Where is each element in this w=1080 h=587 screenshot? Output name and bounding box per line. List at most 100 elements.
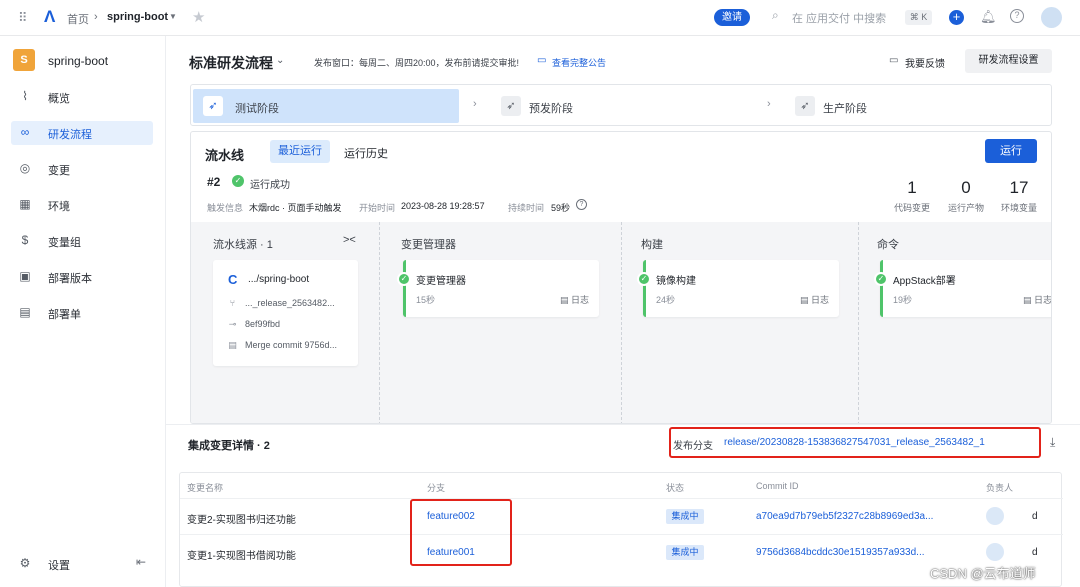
breadcrumb-project[interactable]: spring-boot (107, 11, 168, 23)
announcement-icon: ▭ (537, 55, 547, 66)
tab-recent-runs[interactable]: 最近运行 (270, 140, 330, 163)
run-id: #2 (207, 175, 221, 189)
clock-info-icon: ? (576, 199, 587, 210)
source-commit-row: ⊸ 8ef99fbd (227, 319, 280, 329)
stage-pre[interactable]: ➶ 预发阶段 (491, 89, 757, 123)
collapse-icon[interactable]: >< (343, 234, 356, 246)
project-name: spring-boot (48, 54, 109, 68)
change-name: 变更2-实现图书归还功能 (187, 515, 296, 526)
breadcrumb-separator-icon: › (94, 11, 98, 23)
commit-link[interactable]: a70ea9d7b79eb5f2327c28b8969ed3a... (756, 511, 933, 522)
source-repo: .../spring-boot (248, 274, 310, 285)
owner-avatar (986, 543, 1004, 561)
start-time-value: 2023-08-28 19:28:57 (401, 201, 485, 211)
help-icon[interactable]: ? (1010, 9, 1024, 23)
stat-code-changes-value: 1 (907, 178, 917, 197)
notice-link[interactable]: 查看完整公告 (552, 56, 606, 69)
status-badge: 集成中 (666, 545, 704, 560)
collapse-sidebar-icon[interactable]: ⇤ (136, 555, 146, 569)
column-build: 构建 ✓ 镜像构建 24秒 ▤ 日志 (621, 222, 858, 423)
feedback-icon: ▭ (889, 55, 899, 66)
log-label: 日志 (810, 295, 829, 305)
run-status: 运行成功 (250, 180, 290, 191)
source-branch: ..._release_2563482... (245, 298, 335, 308)
rocket-icon: ➶ (203, 96, 223, 116)
infinity-icon: ∞ (20, 125, 30, 139)
column-header-commit: Commit ID (756, 481, 799, 491)
sidebar-item-settings[interactable]: ⚙ 设置 (11, 552, 153, 576)
job-name: AppStack部署 (893, 276, 956, 287)
change-icon: ◎ (19, 161, 31, 175)
table-row[interactable]: 变更2-实现图书归还功能 feature002 集成中 a70ea9d7b79e… (180, 498, 1063, 534)
sidebar-item-change[interactable]: ◎ 变更 (11, 157, 153, 181)
pipeline-card: 流水线 最近运行 运行历史 运行 #2 ✓ 运行成功 触发信息 木烟rdc · … (190, 131, 1052, 424)
collapse-down-icon[interactable]: ⤓ (1050, 435, 1055, 450)
branch-icon: ⑂ (229, 298, 236, 308)
column-header-branch: 分支 (427, 483, 446, 493)
sidebar-item-environment[interactable]: ▦ 环境 (11, 193, 153, 217)
job-log-link[interactable]: ▤ 日志 (800, 293, 829, 306)
flow-settings-button[interactable]: 研发流程设置 (965, 49, 1052, 73)
user-avatar[interactable] (1041, 7, 1062, 28)
sidebar-item-dev-flow[interactable]: ∞ 研发流程 (11, 121, 153, 145)
repo-icon: C (228, 272, 238, 287)
trigger-label: 触发信息 (207, 203, 244, 213)
duration-label: 持续时间 (508, 203, 545, 213)
column-header-name: 变更名称 (187, 483, 224, 493)
stat-artifacts-value: 0 (961, 178, 971, 197)
apps-grid-icon[interactable]: ⠿ (18, 10, 28, 26)
pipeline-canvas: 流水线源 · 1 >< C .../spring-boot ⑂ ..._relea… (191, 222, 1051, 423)
bell-icon[interactable]: 🔔︎ (980, 9, 997, 25)
project-avatar: S (13, 49, 35, 71)
sidebar-item-label: 变更 (48, 165, 70, 177)
success-check-icon: ✓ (874, 272, 888, 286)
rocket-icon: ➶ (795, 96, 815, 116)
job-card-change-manager[interactable]: ✓ 变更管理器 15秒 ▤ 日志 (397, 260, 599, 317)
stage-bar: ➶ 测试阶段 › ➶ 预发阶段 › ➶ 生产阶段 (190, 84, 1052, 126)
run-button[interactable]: 运行 (985, 139, 1037, 163)
source-card[interactable]: C .../spring-boot ⑂ ..._release_2563482..… (213, 260, 358, 366)
logo-icon[interactable]: Λ (44, 7, 55, 27)
log-icon: ▤ (1022, 295, 1034, 305)
status-badge: 集成中 (666, 509, 704, 524)
source-message: Merge commit 9756d... (245, 340, 338, 350)
details-title: 集成变更详情 · 2 (188, 440, 270, 452)
job-name: 镜像构建 (656, 276, 696, 287)
source-message-row: ▤ Merge commit 9756d... (227, 340, 337, 350)
job-log-link[interactable]: ▤ 日志 (560, 293, 589, 306)
sidebar-item-overview[interactable]: ⌇ 概览 (11, 85, 153, 109)
chevron-down-icon[interactable]: ▼ (169, 12, 177, 21)
job-card-appstack-deploy[interactable]: ✓ AppStack部署 19秒 ▤ 日志 (874, 260, 1051, 317)
add-icon[interactable]: + (949, 10, 964, 25)
breadcrumb-home[interactable]: 首页 (67, 11, 89, 27)
job-card-image-build[interactable]: ✓ 镜像构建 24秒 ▤ 日志 (637, 260, 839, 317)
grid-icon: ▦ (19, 197, 31, 211)
chevron-down-icon[interactable]: ⌄ (276, 55, 284, 66)
sidebar-item-deploy-version[interactable]: ▣ 部署版本 (11, 265, 153, 289)
gear-icon: ⚙ (19, 556, 31, 570)
source-commit: 8ef99fbd (245, 319, 281, 329)
sidebar-item-variable-group[interactable]: $ 变量组 (11, 229, 153, 253)
column-title: 构建 (641, 239, 663, 251)
invite-button[interactable]: 邀请 (714, 9, 750, 26)
column-command: 命令 ✓ AppStack部署 19秒 ▤ 日志 (858, 222, 1051, 423)
search-input[interactable]: 在 应用交付 中搜索 (792, 10, 886, 26)
commit-link[interactable]: 9756d3684bcddc30e1519357a933d... (756, 547, 925, 558)
column-header-owner: 负责人 (986, 483, 1014, 493)
job-duration: 15秒 (416, 295, 436, 305)
sidebar-item-deploy-order[interactable]: ▤ 部署单 (11, 301, 153, 325)
sidebar-item-label: 研发流程 (48, 129, 92, 141)
chevron-right-icon: › (767, 98, 771, 110)
chevron-right-icon: › (473, 98, 477, 110)
tab-run-history[interactable]: 运行历史 (344, 145, 388, 161)
sidebar-item-label: 部署版本 (48, 273, 92, 285)
column-title: 命令 (877, 239, 899, 251)
stage-prod[interactable]: ➶ 生产阶段 (785, 89, 1051, 123)
star-icon[interactable]: ★ (192, 8, 205, 26)
stat-artifacts-label: 运行产物 (947, 203, 984, 213)
notice-text: 发布窗口：每周二、周四20:00，发布前请提交审批! (314, 58, 520, 68)
feedback-button[interactable]: 我要反馈 (905, 55, 945, 70)
job-log-link[interactable]: ▤ 日志 (1022, 293, 1051, 306)
stage-test[interactable]: ➶ 测试阶段 (193, 89, 459, 123)
message-icon: ▤ (228, 340, 237, 350)
